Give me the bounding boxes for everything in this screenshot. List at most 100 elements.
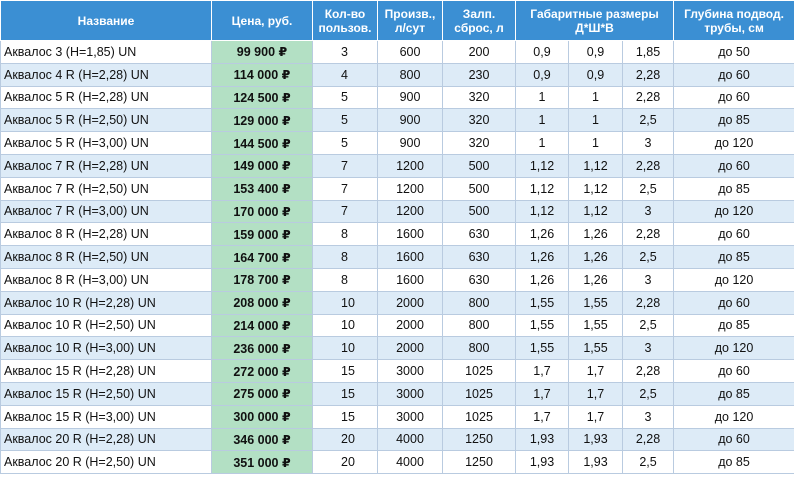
cell-height: 2,28 [621,62,675,87]
cell-name: Аквалос 7 R (Н=2,28) UN [0,153,212,178]
cell-width: 0,9 [568,62,623,87]
cell-price: 170 000 ₽ [211,199,313,224]
cell-width: 1,26 [568,222,623,247]
cell-width: 1,7 [568,359,623,383]
header-users: Кол-во пользов. [312,0,378,41]
price-table: Название Цена, руб. Кол-во пользов. Произ… [0,0,794,475]
cell-height: 3 [621,131,675,155]
cell-name: Аквалос 10 R (Н=2,28) UN [0,290,212,315]
cell-users: 10 [312,290,378,315]
cell-productivity: 2000 [377,290,443,315]
table-row: Аквалос 10 R (Н=2,28) UN 208 000 ₽10 2000 8… [0,290,794,315]
cell-length: 1,93 [515,427,569,452]
cell-users: 8 [312,267,378,292]
cell-name: Аквалос 10 R (Н=2,50) UN [0,313,212,338]
cell-length: 1,12 [515,199,569,224]
cell-name: Аквалос 4 R (Н=2,28) UN [0,62,212,87]
cell-pipe-depth: до 120 [673,267,794,292]
cell-height: 2,5 [621,381,675,406]
table-row: Аквалос 5 R (Н=2,50) UN 129 000 ₽5 900 320 1… [0,108,794,133]
cell-name: Аквалос 15 R (Н=3,00) UN [0,404,212,429]
cell-price: 346 000 ₽ [211,427,313,452]
cell-price: 153 400 ₽ [211,176,313,201]
cell-width: 1,55 [568,313,623,338]
cell-users: 15 [312,404,378,429]
cell-name: Аквалос 5 R (Н=2,50) UN [0,108,212,133]
cell-users: 15 [312,359,378,383]
cell-height: 3 [621,336,675,361]
cell-users: 15 [312,381,378,406]
cell-pipe-depth: до 60 [673,290,794,315]
table-row: Аквалос 10 R (Н=2,50) UN 214 000 ₽10 2000 8… [0,313,794,338]
cell-price: 208 000 ₽ [211,290,313,315]
header-dimensions: Габаритные размеры Д*Ш*В [514,0,675,41]
cell-price: 124 500 ₽ [211,85,313,110]
cell-users: 20 [312,450,378,475]
cell-pipe-depth: до 85 [673,381,794,406]
cell-discharge: 500 [442,199,516,224]
cell-price: 129 000 ₽ [211,108,313,133]
cell-discharge: 1250 [442,450,516,475]
cell-discharge: 500 [442,153,516,178]
cell-pipe-depth: до 85 [673,450,794,475]
cell-height: 2,28 [621,85,675,110]
table-row: Аквалос 15 R (Н=2,50) UN 275 000 ₽15 3000 1… [0,381,794,406]
cell-discharge: 320 [442,131,516,155]
cell-productivity: 3000 [377,359,443,383]
header-price: Цена, руб. [211,0,313,41]
cell-name: Аквалос 7 R (Н=3,00) UN [0,199,212,224]
cell-name: Аквалос 15 R (Н=2,50) UN [0,381,212,406]
cell-productivity: 3000 [377,381,443,406]
header-productivity: Произв., л/сут [377,0,443,41]
table-row: Аквалос 7 R (Н=3,00) UN 170 000 ₽7 1200 500… [0,199,794,224]
cell-discharge: 630 [442,245,516,269]
cell-width: 1,7 [568,404,623,429]
cell-height: 1,85 [621,40,675,64]
cell-width: 1,93 [568,427,623,452]
header-pipe-depth: Глубина подвод. трубы, см [673,0,794,41]
cell-name: Аквалос 5 R (Н=2,28) UN [0,85,212,110]
cell-users: 10 [312,313,378,338]
cell-name: Аквалос 8 R (Н=3,00) UN [0,267,212,292]
table-row: Аквалос 8 R (Н=2,28) UN 159 000 ₽8 1600 630… [0,222,794,247]
cell-productivity: 4000 [377,427,443,452]
cell-width: 1,55 [568,290,623,315]
cell-length: 1 [515,85,569,110]
cell-name: Аквалос 20 R (Н=2,50) UN [0,450,212,475]
cell-width: 0,9 [568,40,623,64]
table-row: Аквалос 8 R (Н=3,00) UN 178 700 ₽8 1600 630… [0,267,794,292]
cell-discharge: 320 [442,108,516,133]
cell-length: 1,26 [515,267,569,292]
table-row: Аквалос 7 R (Н=2,28) UN 149 000 ₽7 1200 500… [0,153,794,178]
cell-height: 2,28 [621,153,675,178]
table-row: Аквалос 5 R (Н=3,00) UN 144 500 ₽5 900 320 1… [0,131,794,155]
header-row: Название Цена, руб. Кол-во пользов. Произ… [0,0,794,41]
header-productivity-line1: Произв., [384,6,436,21]
cell-width: 1,55 [568,336,623,361]
cell-length: 1,12 [515,176,569,201]
cell-pipe-depth: до 120 [673,336,794,361]
table-row: Аквалос 20 R (Н=2,28) UN 346 000 ₽20 4000 1… [0,427,794,452]
cell-discharge: 1250 [442,427,516,452]
cell-productivity: 900 [377,131,443,155]
cell-height: 2,5 [621,108,675,133]
header-pipe-depth-line2: трубы, см [704,20,764,35]
cell-length: 0,9 [515,40,569,64]
cell-price: 99 900 ₽ [211,40,313,64]
cell-length: 1,93 [515,450,569,475]
table-row: Аквалос 15 R (Н=3,00) UN 300 000 ₽15 3000 1… [0,404,794,429]
cell-users: 3 [312,40,378,64]
header-name: Название [0,0,212,41]
cell-price: 300 000 ₽ [211,404,313,429]
cell-name: Аквалос 8 R (Н=2,50) UN [0,245,212,269]
cell-length: 1,7 [515,381,569,406]
cell-width: 1,12 [568,153,623,178]
cell-users: 8 [312,222,378,247]
cell-length: 1,55 [515,290,569,315]
cell-productivity: 1200 [377,176,443,201]
cell-pipe-depth: до 60 [673,85,794,110]
cell-pipe-depth: до 60 [673,153,794,178]
cell-productivity: 1600 [377,245,443,269]
header-productivity-line2: л/сут [394,20,426,35]
cell-length: 1 [515,131,569,155]
